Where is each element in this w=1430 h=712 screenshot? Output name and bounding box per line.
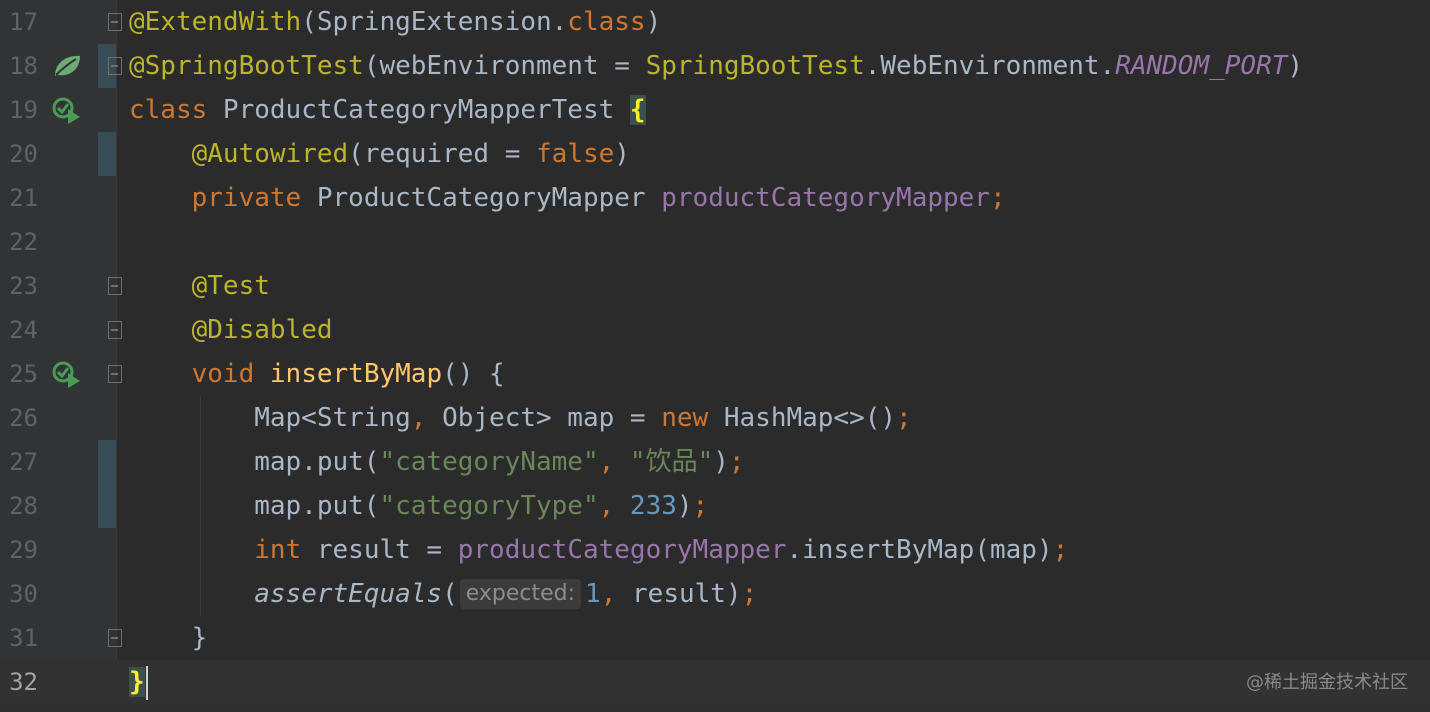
code-text[interactable]: } [129, 616, 208, 660]
code-text[interactable]: Map<String, Object> map = new HashMap<>(… [129, 396, 911, 440]
code-line[interactable]: 17 @ExtendWith(SpringExtension.class) [0, 0, 1430, 44]
line-number: 27 [9, 448, 38, 476]
line-number: 25 [9, 360, 38, 388]
code-text[interactable]: @ExtendWith(SpringExtension.class) [129, 0, 661, 44]
code-text[interactable]: @Disabled [129, 308, 333, 352]
code-line[interactable]: 30 assertEquals(expected: 1, result); [0, 572, 1430, 616]
code-text[interactable]: @Autowired(required = false) [129, 132, 630, 176]
code-line[interactable]: 20 @Autowired(required = false) [0, 132, 1430, 176]
code-line[interactable]: 18 @SpringBootTest(webEnvironment = Spri… [0, 44, 1430, 88]
line-number: 31 [9, 624, 38, 652]
code-text[interactable]: class ProductCategoryMapperTest { [129, 88, 646, 132]
watermark: @稀土掘金技术社区 [1246, 672, 1408, 693]
line-number: 32 [9, 668, 38, 696]
code-line[interactable]: 19 class ProductCategoryMapperTest { [0, 88, 1430, 132]
line-number: 20 [9, 140, 38, 168]
line-number: 26 [9, 404, 38, 432]
code-text[interactable]: private ProductCategoryMapper productCat… [129, 176, 1006, 220]
code-line[interactable]: 22 [0, 220, 1430, 264]
line-number: 18 [9, 52, 38, 80]
code-line[interactable]: 21 private ProductCategoryMapper product… [0, 176, 1430, 220]
code-text[interactable]: assertEquals(expected: 1, result); [129, 572, 757, 616]
line-number: 22 [9, 228, 38, 256]
code-line[interactable]: 28 map.put("categoryType", 233); [0, 484, 1430, 528]
line-number: 29 [9, 536, 38, 564]
bottom-edge [0, 704, 1430, 712]
code-line[interactable]: 25 void insertByMap() { [0, 352, 1430, 396]
code-text[interactable]: int result = productCategoryMapper.inser… [129, 528, 1068, 572]
code-line-current[interactable]: 32 } [0, 660, 1430, 704]
code-line[interactable]: 26 Map<String, Object> map = new HashMap… [0, 396, 1430, 440]
code-text[interactable]: void insertByMap() { [129, 352, 505, 396]
line-number: 19 [9, 96, 38, 124]
code-line[interactable]: 27 map.put("categoryName", "饮品"); [0, 440, 1430, 484]
text-caret [145, 665, 148, 700]
code-text[interactable]: } [129, 660, 148, 704]
code-line[interactable]: 24 @Disabled [0, 308, 1430, 352]
code-text[interactable]: map.put("categoryName", "饮品"); [129, 440, 744, 484]
code-line[interactable]: 29 int result = productCategoryMapper.in… [0, 528, 1430, 572]
matched-brace: { [629, 95, 646, 125]
parameter-hint: expected: [459, 579, 582, 609]
line-number: 24 [9, 316, 38, 344]
line-number: 17 [9, 8, 38, 36]
line-number: 28 [9, 492, 38, 520]
line-number: 30 [9, 580, 38, 608]
code-text[interactable]: map.put("categoryType", 233); [129, 484, 708, 528]
matched-brace: } [129, 667, 145, 697]
line-number: 21 [9, 184, 38, 212]
code-line[interactable]: 23 @Test [0, 264, 1430, 308]
code-text[interactable]: @SpringBootTest(webEnvironment = SpringB… [129, 44, 1303, 88]
code-line[interactable]: 31 } [0, 616, 1430, 660]
line-number: 23 [9, 272, 38, 300]
code-text[interactable]: @Test [129, 264, 270, 308]
